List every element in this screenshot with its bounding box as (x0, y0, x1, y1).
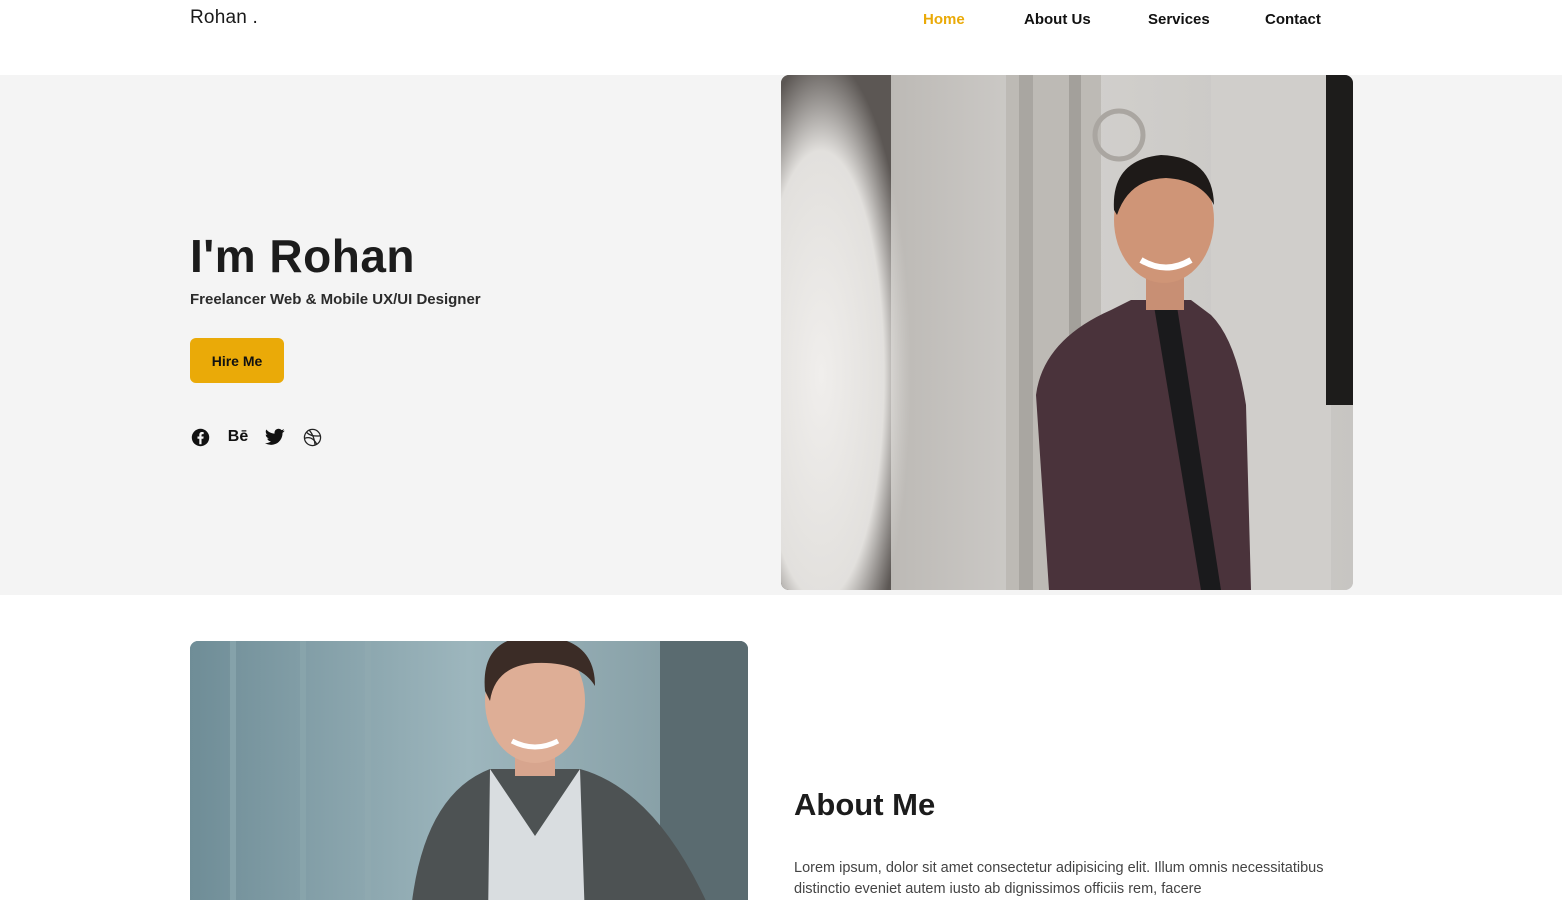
nav-link-about-us[interactable]: About Us (1024, 11, 1091, 28)
about-title: About Me (794, 787, 936, 822)
dribbble-icon[interactable] (302, 427, 322, 447)
nav-menu: Home About Us Services Contact (0, 11, 1562, 31)
nav-link-contact[interactable]: Contact (1265, 11, 1321, 28)
navbar: Rohan . Home About Us Services Contact (0, 0, 1562, 75)
hero-portrait-image (781, 75, 1353, 590)
hero-title: I'm Rohan (190, 230, 415, 282)
nav-link-home[interactable]: Home (923, 11, 965, 28)
hero-section: I'm Rohan Freelancer Web & Mobile UX/UI … (0, 75, 1562, 595)
about-description: Lorem ipsum, dolor sit amet consectetur … (794, 860, 1324, 897)
hero-subtitle: Freelancer Web & Mobile UX/UI Designer (190, 291, 481, 308)
behance-icon[interactable]: Bē (225, 427, 251, 447)
hire-me-button[interactable]: Hire Me (190, 338, 284, 383)
twitter-icon[interactable] (265, 427, 285, 447)
about-portrait-image (190, 641, 748, 900)
facebook-icon[interactable] (190, 427, 210, 447)
nav-link-services[interactable]: Services (1148, 11, 1210, 28)
